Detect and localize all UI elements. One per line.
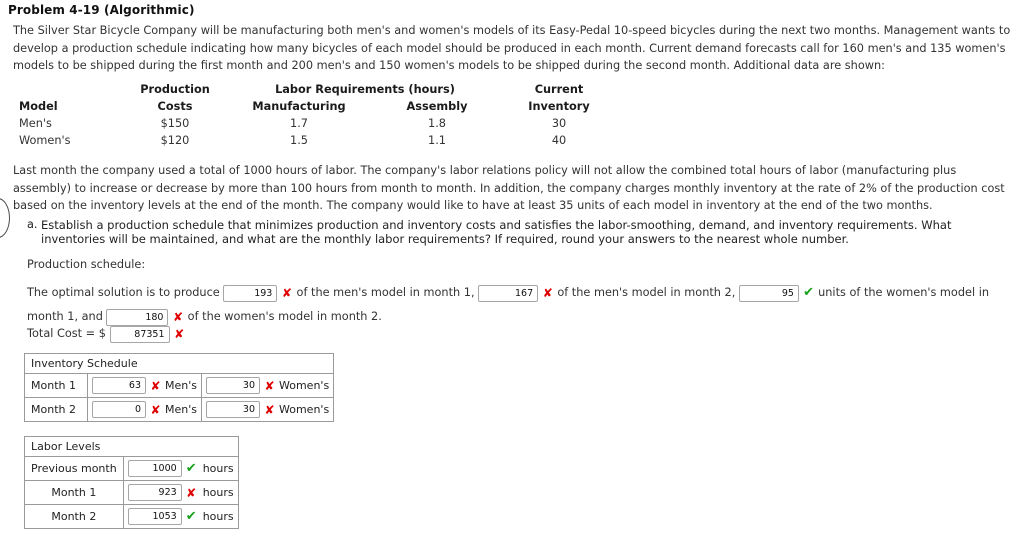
row-mens-assembly: 1.8 — [428, 117, 446, 130]
inventory-month2-mens-status-icon: ✘ — [150, 402, 161, 417]
labor-month1-input[interactable] — [127, 484, 182, 501]
inventory-month1-label: Month 1 — [24, 373, 88, 398]
table-row: Month 1 ✘ hours — [24, 480, 239, 505]
row-womens-manufacturing: 1.5 — [290, 134, 308, 147]
inventory-month2-womens-input[interactable] — [206, 401, 260, 418]
table-row: Month 2 ✘ Men's ✘ Women's — [24, 397, 335, 422]
row-mens-model: Men's — [19, 117, 52, 130]
total-cost-label: Total Cost = $ — [27, 327, 106, 340]
labor-previous-month-input[interactable] — [127, 460, 182, 477]
mens-month2-status-icon: ✘ — [542, 286, 553, 300]
labor-month2-cell: ✔ hours — [122, 504, 239, 529]
header-costs: Costs — [157, 100, 193, 113]
problem-data-table: Production Labor Requirements (hours) Cu… — [13, 81, 615, 149]
labor-month2-label: Month 2 — [24, 504, 124, 529]
table-header-row-2: Model Costs Manufacturing Assembly Inven… — [13, 98, 615, 115]
labor-previous-month-cell: ✔ hours — [122, 456, 239, 481]
inventory-month1-womens-cell: ✘ Women's — [200, 373, 335, 398]
inventory-month1-womens-status-icon: ✘ — [264, 378, 275, 393]
labor-previous-month-label: Previous month — [24, 456, 124, 481]
labor-levels-caption-row: Labor Levels — [24, 436, 239, 457]
womens-month1-status-icon: ✔ — [803, 285, 814, 300]
labor-levels-caption: Labor Levels — [24, 436, 239, 457]
row-womens-cost: $120 — [160, 134, 190, 147]
row-mens-inventory: 30 — [551, 117, 567, 130]
inventory-schedule-caption-row: Inventory Schedule — [23, 353, 335, 374]
header-inventory: Inventory — [528, 100, 590, 113]
header-assembly: Assembly — [406, 100, 468, 113]
inventory-schedule-table: Inventory Schedule Month 1 ✘ Men's ✘ Wom… — [23, 353, 335, 422]
row-mens-manufacturing: 1.7 — [290, 117, 308, 130]
inventory-month2-womens-status-icon: ✘ — [264, 402, 275, 417]
solution-text-after-men2: of the men's model in month 2, — [557, 286, 736, 299]
row-mens-cost: $150 — [160, 117, 190, 130]
labor-previous-month-unit: hours — [202, 462, 234, 475]
labor-month1-status-icon: ✘ — [186, 485, 197, 500]
optimal-solution-line: The optimal solution is to produce ✘ of … — [27, 281, 1022, 329]
header-current: Current — [534, 83, 584, 96]
inventory-month1-mens-input[interactable] — [92, 377, 146, 394]
page-edge-arc-artifact — [0, 198, 10, 238]
header-labor-requirements: Labor Requirements (hours) — [275, 83, 455, 96]
solution-text-after-women2: of the women's model in month 2. — [187, 310, 382, 323]
inventory-month1-mens-label: Men's — [165, 379, 197, 392]
solution-prefix-text: The optimal solution is to produce — [27, 286, 220, 299]
solution-text-after-men1: of the men's model in month 1, — [296, 286, 475, 299]
mens-month1-status-icon: ✘ — [281, 286, 292, 300]
table-row: Previous month ✔ hours — [24, 456, 239, 481]
inventory-month2-womens-label: Women's — [279, 403, 330, 416]
inventory-schedule-caption: Inventory Schedule — [23, 353, 335, 374]
table-row: Month 2 ✔ hours — [24, 504, 239, 529]
mens-month2-input[interactable] — [478, 284, 539, 302]
table-row: Women's $120 1.5 1.1 40 — [13, 132, 615, 149]
question-a-marker: a. — [27, 218, 38, 231]
womens-month1-input[interactable] — [738, 284, 799, 302]
inventory-month2-mens-cell: ✘ Men's — [87, 397, 202, 422]
intro-paragraph: The Silver Star Bicycle Company will be … — [13, 24, 1011, 72]
row-womens-model: Women's — [19, 134, 71, 147]
question-a-text: Establish a production schedule that min… — [41, 218, 952, 246]
page-title: Problem 4-19 (Algorithmic) — [8, 3, 195, 17]
total-cost-line: Total Cost = $ ✘ — [27, 324, 185, 344]
header-blank — [13, 81, 123, 98]
mens-month1-input[interactable] — [223, 284, 278, 302]
labor-month1-unit: hours — [202, 486, 234, 499]
labor-month1-cell: ✘ hours — [122, 480, 239, 505]
labor-previous-month-status-icon: ✔ — [185, 461, 197, 476]
table-header-row-1: Production Labor Requirements (hours) Cu… — [13, 81, 615, 98]
total-cost-status-icon: ✘ — [174, 327, 185, 341]
inventory-month2-womens-cell: ✘ Women's — [200, 397, 335, 422]
table-row: Month 1 ✘ Men's ✘ Women's — [24, 373, 335, 398]
problem-page: Problem 4-19 (Algorithmic) The Silver St… — [0, 0, 1024, 543]
labor-month2-unit: hours — [202, 510, 234, 523]
inventory-month1-mens-cell: ✘ Men's — [87, 373, 202, 398]
table-row: Men's $150 1.7 1.8 30 — [13, 115, 615, 132]
total-cost-input[interactable] — [109, 325, 170, 343]
inventory-month2-mens-input[interactable] — [92, 401, 146, 418]
row-womens-assembly: 1.1 — [428, 134, 446, 147]
inventory-month1-womens-input[interactable] — [206, 377, 260, 394]
labor-month2-input[interactable] — [127, 508, 182, 525]
row-womens-inventory: 40 — [551, 134, 567, 147]
labor-levels-table: Labor Levels Previous month ✔ hours Mont… — [24, 436, 239, 529]
header-manufacturing: Manufacturing — [252, 100, 346, 113]
header-model: Model — [19, 100, 58, 113]
womens-month2-input[interactable] — [106, 308, 169, 326]
inventory-month1-womens-label: Women's — [279, 379, 330, 392]
policy-paragraph: Last month the company used a total of 1… — [13, 164, 1005, 212]
header-production: Production — [140, 83, 210, 96]
inventory-month1-mens-status-icon: ✘ — [150, 378, 161, 393]
inventory-month2-label: Month 2 — [24, 397, 88, 422]
labor-month2-status-icon: ✔ — [185, 509, 197, 524]
labor-month1-label: Month 1 — [24, 480, 124, 505]
production-schedule-label: Production schedule: — [27, 258, 146, 271]
inventory-month2-mens-label: Men's — [165, 403, 197, 416]
